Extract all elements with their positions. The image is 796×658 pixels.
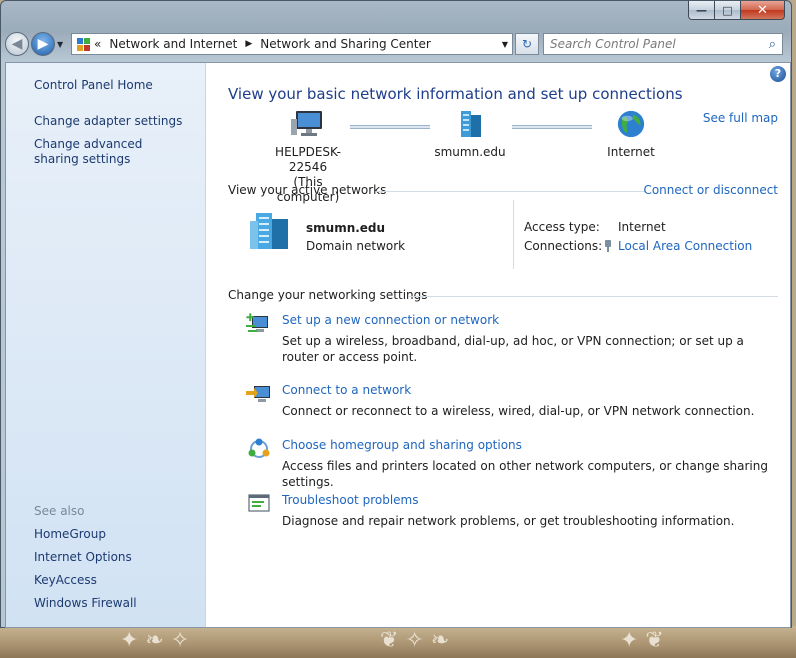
forward-button[interactable]: ▶ bbox=[31, 32, 55, 56]
desktop-wallpaper: ✦ ❧ ✧ ❦ ✧ ❧ ✦ ❦ bbox=[0, 626, 796, 658]
sidebar-item-keyaccess[interactable]: KeyAccess bbox=[34, 573, 97, 588]
navigation-bar: ◀ ▶ ▼ « Network and Internet ▶ Network a… bbox=[5, 31, 789, 57]
breadcrumb-prefix[interactable]: « bbox=[94, 37, 101, 51]
connection-icon bbox=[602, 239, 614, 256]
homegroup-sharing-options-link[interactable]: Choose homegroup and sharing options bbox=[282, 438, 522, 452]
sidebar-item-change-adapter-settings[interactable]: Change adapter settings bbox=[34, 114, 182, 129]
new-connection-icon bbox=[246, 313, 268, 332]
troubleshoot-problems-link[interactable]: Troubleshoot problems bbox=[282, 493, 418, 507]
sidebar-item-internet-options[interactable]: Internet Options bbox=[34, 550, 132, 565]
computer-name: HELPDESK-22546 bbox=[275, 145, 341, 174]
sidebar-item-control-panel-home[interactable]: Control Panel Home bbox=[34, 78, 153, 93]
sidebar-item-windows-firewall[interactable]: Windows Firewall bbox=[34, 596, 137, 611]
control-panel-window: — □ ✕ ◀ ▶ ▼ « Network and Internet ▶ Net… bbox=[0, 0, 792, 628]
domain-network-icon bbox=[250, 213, 288, 249]
domain-name: smumn.edu bbox=[434, 145, 506, 159]
networking-settings-title: Change your networking settings bbox=[228, 288, 428, 302]
section-divider bbox=[376, 191, 646, 192]
wallpaper-ornament: ❦ ✧ ❧ bbox=[380, 628, 450, 653]
troubleshoot-problems-description: Diagnose and repair network problems, or… bbox=[282, 514, 735, 528]
minimize-button[interactable]: — bbox=[688, 1, 715, 20]
wallpaper-ornament: ✦ ❧ ✧ bbox=[120, 628, 190, 653]
setup-new-connection-link[interactable]: Set up a new connection or network bbox=[282, 313, 499, 327]
search-placeholder: Search Control Panel bbox=[550, 37, 676, 51]
map-link-line bbox=[350, 125, 430, 129]
back-button[interactable]: ◀ bbox=[5, 32, 29, 56]
main-panel: ? View your basic network information an… bbox=[206, 63, 790, 627]
sidebar-item-homegroup[interactable]: HomeGroup bbox=[34, 527, 106, 542]
page-title: View your basic network information and … bbox=[228, 85, 683, 103]
task-sidebar: Control Panel Home Change adapter settin… bbox=[6, 63, 206, 627]
map-link-line bbox=[512, 125, 592, 129]
access-type-label: Access type: bbox=[524, 220, 600, 234]
recent-pages-dropdown[interactable]: ▼ bbox=[57, 40, 67, 49]
active-networks-title: View your active networks bbox=[228, 183, 387, 197]
maximize-button[interactable]: □ bbox=[715, 1, 741, 20]
window-caption-buttons: — □ ✕ bbox=[688, 1, 785, 20]
troubleshoot-icon bbox=[248, 494, 270, 512]
internet-label: Internet bbox=[607, 145, 655, 159]
map-node-domain[interactable]: smumn.edu bbox=[430, 109, 510, 160]
breadcrumb-network-and-sharing-center[interactable]: Network and Sharing Center bbox=[260, 37, 431, 51]
address-dropdown-icon[interactable]: ▼ bbox=[502, 40, 508, 49]
breadcrumb-network-and-internet[interactable]: Network and Internet bbox=[109, 37, 237, 51]
active-network-type: Domain network bbox=[306, 239, 406, 253]
see-also-label: See also bbox=[34, 504, 85, 518]
homegroup-icon bbox=[248, 438, 270, 458]
control-panel-icon bbox=[76, 37, 90, 51]
section-divider bbox=[408, 296, 778, 297]
connect-to-network-description: Connect or reconnect to a wireless, wire… bbox=[282, 404, 755, 418]
content-pane: Control Panel Home Change adapter settin… bbox=[5, 62, 791, 628]
setup-new-connection-description: Set up a wireless, broadband, dial-up, a… bbox=[282, 334, 744, 364]
see-full-map-link[interactable]: See full map bbox=[703, 111, 778, 125]
connect-network-icon bbox=[246, 386, 270, 402]
computer-icon bbox=[291, 111, 322, 136]
search-input[interactable]: Search Control Panel ⌕ bbox=[543, 33, 783, 55]
vertical-divider bbox=[513, 200, 514, 269]
sidebar-item-change-advanced-sharing-settings[interactable]: Change advanced sharing settings bbox=[34, 137, 184, 167]
connect-or-disconnect-link[interactable]: Connect or disconnect bbox=[643, 183, 778, 197]
local-area-connection-link[interactable]: Local Area Connection bbox=[618, 239, 752, 253]
active-network-name: smumn.edu bbox=[306, 221, 386, 235]
connections-label: Connections: bbox=[524, 239, 603, 253]
refresh-button[interactable]: ↻ bbox=[515, 33, 539, 55]
domain-network-icon bbox=[461, 111, 481, 137]
address-bar[interactable]: « Network and Internet ▶ Network and Sha… bbox=[71, 33, 513, 55]
access-type-value: Internet bbox=[618, 220, 666, 234]
globe-icon bbox=[617, 110, 645, 138]
breadcrumb-separator[interactable]: ▶ bbox=[245, 39, 252, 49]
connect-to-network-link[interactable]: Connect to a network bbox=[282, 383, 411, 397]
search-icon[interactable]: ⌕ bbox=[769, 37, 776, 52]
homegroup-sharing-options-description: Access files and printers located on oth… bbox=[282, 459, 768, 489]
close-button[interactable]: ✕ bbox=[741, 1, 785, 20]
map-node-internet[interactable]: Internet bbox=[594, 109, 668, 160]
help-icon[interactable]: ? bbox=[770, 66, 786, 82]
wallpaper-ornament: ✦ ❦ bbox=[620, 628, 664, 653]
